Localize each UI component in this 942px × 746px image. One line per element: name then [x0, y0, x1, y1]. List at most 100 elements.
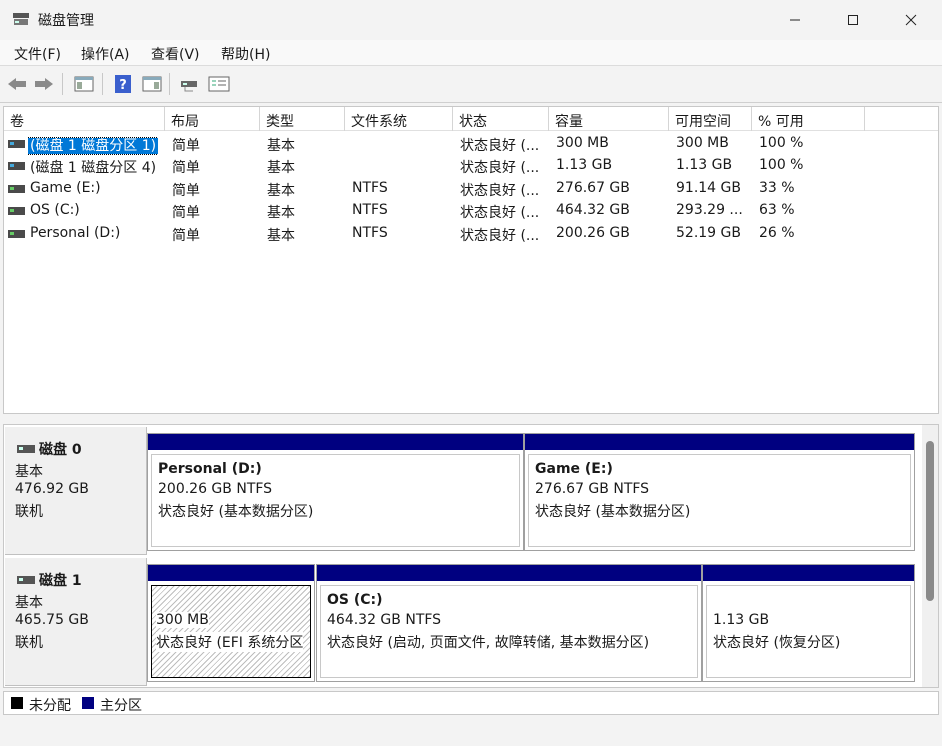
status-cell: 状态良好 (...: [460, 228, 540, 244]
disk-graphical-view: 磁盘 0 基本 476.92 GB 联机 Personal (D:) 200.2…: [3, 424, 939, 688]
console-tree-icon: [74, 76, 94, 92]
volume-icon: [8, 162, 25, 170]
close-icon: [905, 14, 917, 26]
maximize-button[interactable]: [824, 0, 882, 40]
partition-size: 300 MB: [156, 612, 209, 628]
maximize-icon: [848, 15, 858, 25]
partition-size: 1.13 GB: [713, 612, 770, 628]
show-console-tree-button[interactable]: [73, 73, 95, 95]
partition-body: 1.13 GB 状态良好 (恢复分区): [706, 585, 911, 678]
type-cell: 基本: [267, 228, 295, 244]
help-button[interactable]: ?: [112, 73, 134, 95]
toolbar-separator: [102, 73, 103, 95]
toolbar: ?: [0, 67, 942, 103]
type-cell: 基本: [267, 183, 295, 199]
partition-status: 状态良好 (启动, 页面文件, 故障转储, 基本数据分区): [327, 635, 650, 651]
connect-disk-button[interactable]: [179, 73, 201, 95]
percent-free-cell: 63 %: [759, 202, 795, 218]
disk-name: 磁盘 1: [39, 573, 82, 589]
table-row[interactable]: (磁盘 1 磁盘分区 1) 简单 基本 状态良好 (... 300 MB 300…: [4, 133, 938, 155]
status-bar: [0, 716, 942, 746]
properties-icon: [208, 76, 230, 92]
filesystem-cell: NTFS: [352, 225, 388, 241]
scrollbar-thumb[interactable]: [926, 441, 934, 601]
back-arrow-icon: [8, 78, 26, 90]
volume-name: Personal (D:): [30, 225, 121, 241]
partition-game-e[interactable]: Game (E:) 276.67 GB NTFS 状态良好 (基本数据分区): [524, 433, 915, 551]
partition-name: Game (E:): [535, 461, 613, 477]
table-row[interactable]: Game (E:) 简单 基本 NTFS 状态良好 (... 276.67 GB…: [4, 178, 938, 200]
partition-header-bar: [148, 565, 314, 581]
volume-icon: [8, 207, 25, 215]
pane-splitter[interactable]: [0, 414, 942, 424]
volume-name: Game (E:): [30, 180, 101, 196]
partition-os-c[interactable]: OS (C:) 464.32 GB NTFS 状态良好 (启动, 页面文件, 故…: [316, 564, 702, 682]
disk-type: 基本: [15, 595, 43, 611]
menu-help[interactable]: 帮助(H): [221, 44, 270, 64]
volume-list: 卷 布局 类型 文件系统 状态 容量 可用空间 % 可用 (磁盘 1 磁盘分区 …: [3, 106, 939, 414]
column-header-percent-free[interactable]: % 可用: [752, 107, 865, 131]
column-header-status[interactable]: 状态: [453, 107, 549, 131]
volume-name: (磁盘 1 磁盘分区 4): [30, 160, 157, 176]
partition-name: Personal (D:): [158, 461, 262, 477]
legend-swatch-unallocated: [11, 697, 23, 709]
menu-file[interactable]: 文件(F): [14, 44, 61, 64]
action-pane-icon: [142, 76, 162, 92]
column-header-filesystem[interactable]: 文件系统: [345, 107, 453, 131]
column-header-layout[interactable]: 布局: [165, 107, 260, 131]
partition-header-bar: [703, 565, 914, 581]
partition-personal-d[interactable]: Personal (D:) 200.26 GB NTFS 状态良好 (基本数据分…: [147, 433, 524, 551]
disk-icon: [17, 576, 35, 584]
layout-cell: 简单: [172, 160, 200, 176]
toolbar-separator: [62, 73, 63, 95]
disk-icon: [17, 445, 35, 453]
free-space-cell: 293.29 ...: [676, 202, 743, 218]
table-row[interactable]: Personal (D:) 简单 基本 NTFS 状态良好 (... 200.2…: [4, 223, 938, 245]
legend: 未分配 主分区: [3, 691, 939, 715]
column-header-type[interactable]: 类型: [260, 107, 345, 131]
column-header-volume[interactable]: 卷: [4, 107, 165, 131]
window-title: 磁盘管理: [38, 13, 94, 29]
percent-free-cell: 26 %: [759, 225, 795, 241]
table-row[interactable]: (磁盘 1 磁盘分区 4) 简单 基本 状态良好 (... 1.13 GB 1.…: [4, 155, 938, 177]
close-button[interactable]: [882, 0, 940, 40]
show-action-pane-button[interactable]: [141, 73, 163, 95]
partition-recovery[interactable]: 1.13 GB 状态良好 (恢复分区): [702, 564, 915, 682]
volume-name: (磁盘 1 磁盘分区 1): [28, 137, 159, 155]
table-row[interactable]: OS (C:) 简单 基本 NTFS 状态良好 (... 464.32 GB 2…: [4, 200, 938, 222]
partition-status: 状态良好 (基本数据分区): [535, 504, 691, 520]
disk-state: 联机: [15, 504, 43, 520]
partition-header-bar: [317, 565, 701, 581]
partition-size: 200.26 GB NTFS: [158, 481, 273, 497]
filesystem-cell: NTFS: [352, 202, 388, 218]
properties-button[interactable]: [208, 73, 230, 95]
capacity-cell: 464.32 GB: [556, 202, 630, 218]
partition-status: 状态良好 (基本数据分区): [158, 504, 314, 520]
percent-free-cell: 33 %: [759, 180, 795, 196]
menu-view[interactable]: 查看(V): [151, 44, 200, 64]
title-bar: 磁盘管理: [0, 0, 942, 40]
forward-arrow-icon: [35, 78, 53, 90]
partition-header-bar: [148, 434, 523, 450]
minimize-button[interactable]: [766, 0, 824, 40]
partition-size: 276.67 GB NTFS: [535, 481, 650, 497]
vertical-scrollbar[interactable]: [922, 425, 938, 687]
partition-body: OS (C:) 464.32 GB NTFS 状态良好 (启动, 页面文件, 故…: [320, 585, 698, 678]
forward-button[interactable]: [33, 73, 55, 95]
disk-type: 基本: [15, 464, 43, 480]
column-header-capacity[interactable]: 容量: [549, 107, 669, 131]
disk-1-label[interactable]: 磁盘 1 基本 465.75 GB 联机: [5, 558, 147, 686]
column-header-row: 卷 布局 类型 文件系统 状态 容量 可用空间 % 可用: [4, 107, 938, 131]
partition-efi-system[interactable]: 300 MB 状态良好 (EFI 系统分区: [147, 564, 315, 682]
percent-free-cell: 100 %: [759, 135, 804, 151]
menu-action[interactable]: 操作(A): [81, 44, 130, 64]
legend-label-primary: 主分区: [100, 698, 142, 714]
disk-0-label[interactable]: 磁盘 0 基本 476.92 GB 联机: [5, 427, 147, 555]
capacity-cell: 1.13 GB: [556, 157, 613, 173]
free-space-cell: 91.14 GB: [676, 180, 741, 196]
volume-name: OS (C:): [30, 202, 80, 218]
layout-cell: 简单: [172, 183, 200, 199]
status-cell: 状态良好 (...: [460, 160, 540, 176]
column-header-free-space[interactable]: 可用空间: [669, 107, 752, 131]
back-button[interactable]: [6, 73, 28, 95]
